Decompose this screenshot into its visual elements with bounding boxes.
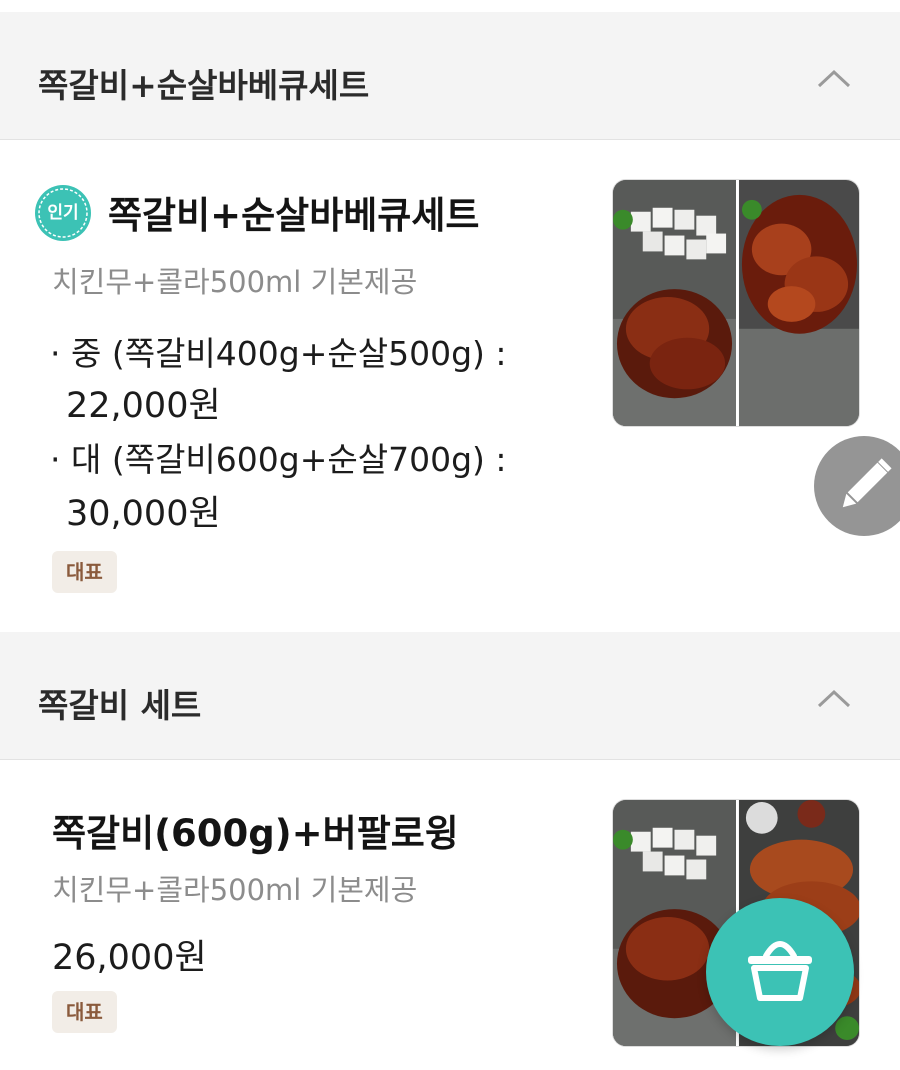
basket-icon bbox=[748, 941, 812, 1001]
item-description: 치킨무+콜라500ml 기본제공 bbox=[52, 873, 418, 907]
chevron-up-icon[interactable] bbox=[816, 680, 852, 716]
option-medium-label: · 중 (쪽갈비400g+순살500g) : bbox=[50, 334, 507, 373]
item-description: 치킨무+콜라500ml 기본제공 bbox=[52, 265, 418, 299]
popular-badge-label: 인기 bbox=[47, 203, 79, 223]
option-large-price: 30,000원 bbox=[66, 494, 221, 534]
cart-button[interactable] bbox=[706, 898, 854, 1046]
edit-button[interactable] bbox=[814, 436, 900, 536]
pencil-icon bbox=[842, 458, 892, 508]
item-name: 쪽갈비+순살바베큐세트 bbox=[108, 194, 480, 237]
item-photo[interactable] bbox=[612, 179, 860, 427]
signature-tag: 대표 bbox=[52, 991, 117, 1033]
signature-tag: 대표 bbox=[52, 551, 117, 593]
section-title: 쪽갈비+순살바베큐세트 bbox=[38, 66, 370, 105]
option-large-label: · 대 (쪽갈비600g+순살700g) : bbox=[50, 440, 507, 479]
item-name: 쪽갈비(600g)+버팔로윙 bbox=[52, 812, 459, 855]
section-title: 쪽갈비 세트 bbox=[38, 686, 202, 725]
menu-item-ribs-boneless-set[interactable]: 인기 쪽갈비+순살바베큐세트 치킨무+콜라500ml 기본제공 · 중 (쪽갈비… bbox=[0, 141, 900, 629]
option-medium-price: 22,000원 bbox=[66, 386, 221, 426]
chevron-up-icon[interactable] bbox=[816, 60, 852, 96]
item-price: 26,000원 bbox=[52, 938, 207, 978]
section-header-ribs-boneless-set[interactable]: 쪽갈비+순살바베큐세트 bbox=[0, 12, 900, 140]
section-header-ribs-set[interactable]: 쪽갈비 세트 bbox=[0, 632, 900, 760]
